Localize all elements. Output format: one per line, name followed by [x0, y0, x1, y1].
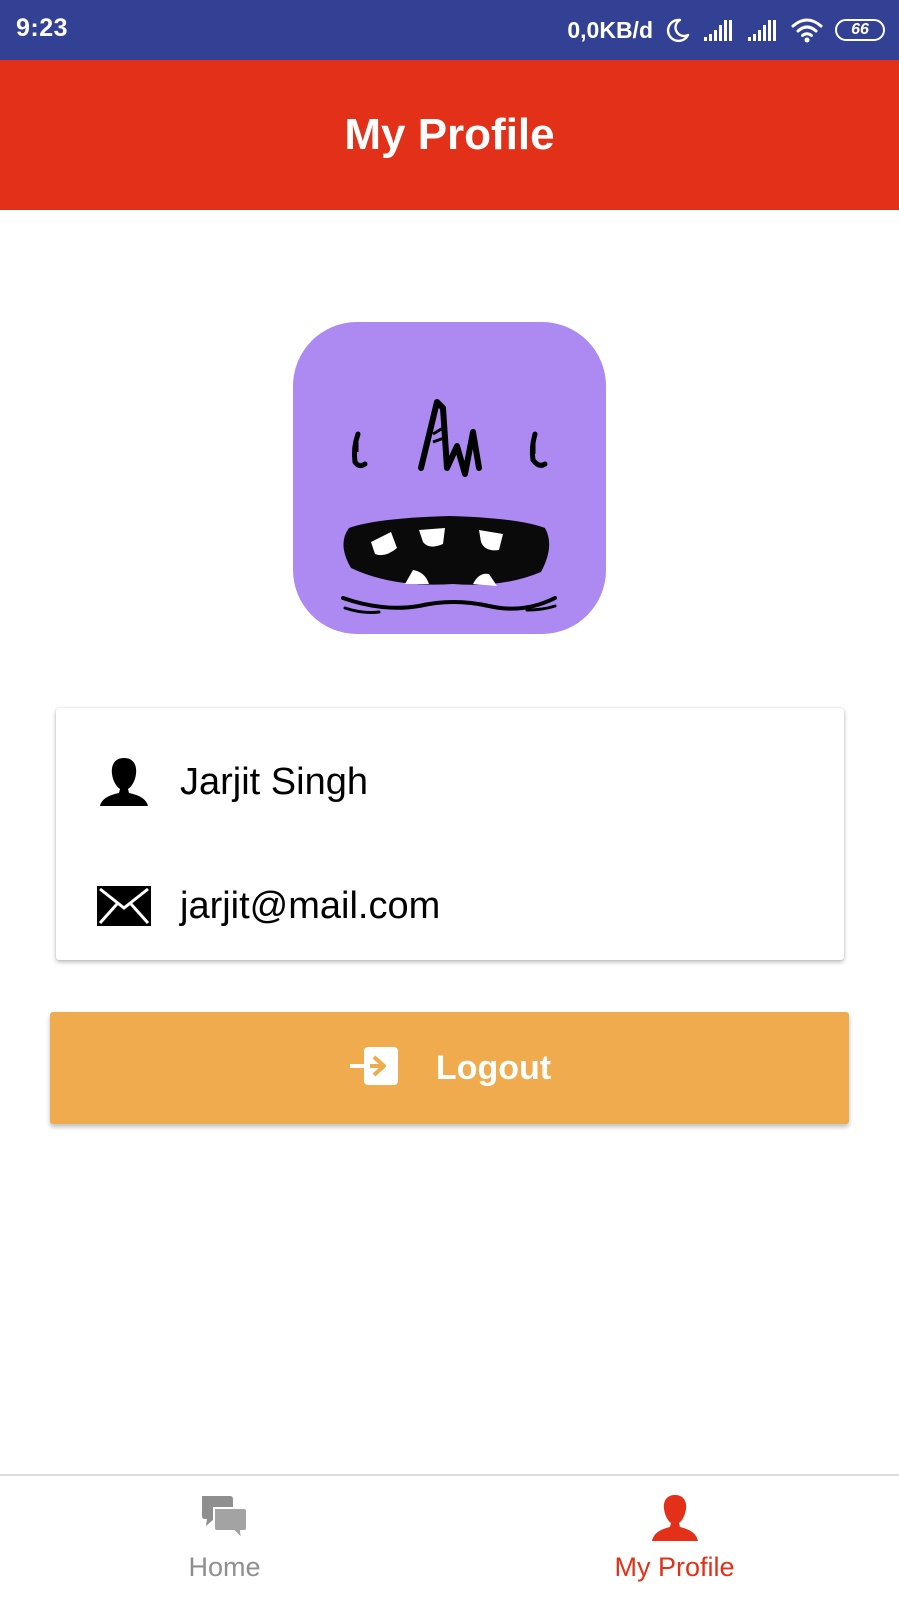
- battery-icon: 66: [835, 19, 885, 41]
- nav-label-home: Home: [188, 1552, 261, 1582]
- page-title: My Profile: [344, 110, 555, 159]
- wifi-icon: [791, 17, 823, 43]
- signal-icon: [703, 18, 735, 42]
- logout-button[interactable]: Logout: [50, 1012, 849, 1124]
- status-time: 9:23: [16, 14, 69, 42]
- envelope-icon: [96, 878, 152, 934]
- email-row: jarjit@mail.com: [56, 866, 844, 946]
- profile-name: Jarjit Singh: [180, 760, 368, 803]
- status-icons: 0,0KB/d 66: [567, 14, 885, 46]
- bottom-navigation: Home My Profile: [0, 1474, 899, 1599]
- profile-avatar: [293, 322, 606, 634]
- chat-bubbles-icon: [200, 1494, 250, 1542]
- status-bar: 9:23 0,0KB/d 66: [0, 0, 899, 60]
- logout-label: Logout: [435, 1048, 552, 1087]
- network-speed: 0,0KB/d: [567, 16, 653, 43]
- user-icon: [650, 1494, 700, 1542]
- profile-email: jarjit@mail.com: [180, 884, 441, 927]
- profile-info-card: Jarjit Singh jarjit@mail.com: [56, 708, 844, 960]
- signal-icon: [747, 18, 779, 42]
- user-icon: [96, 754, 152, 810]
- app-bar: My Profile: [0, 60, 899, 210]
- nav-label-my-profile: My Profile: [614, 1552, 735, 1582]
- profile-screen: 9:23 0,0KB/d 66 My Profile Jarjit Singh …: [0, 0, 899, 1599]
- nav-item-home[interactable]: Home: [0, 1476, 449, 1599]
- moon-icon: [665, 17, 691, 43]
- login-arrow-icon: [348, 1046, 398, 1090]
- name-row: Jarjit Singh: [56, 742, 844, 822]
- monster-face-avatar: [341, 399, 557, 614]
- nav-item-my-profile[interactable]: My Profile: [450, 1476, 899, 1599]
